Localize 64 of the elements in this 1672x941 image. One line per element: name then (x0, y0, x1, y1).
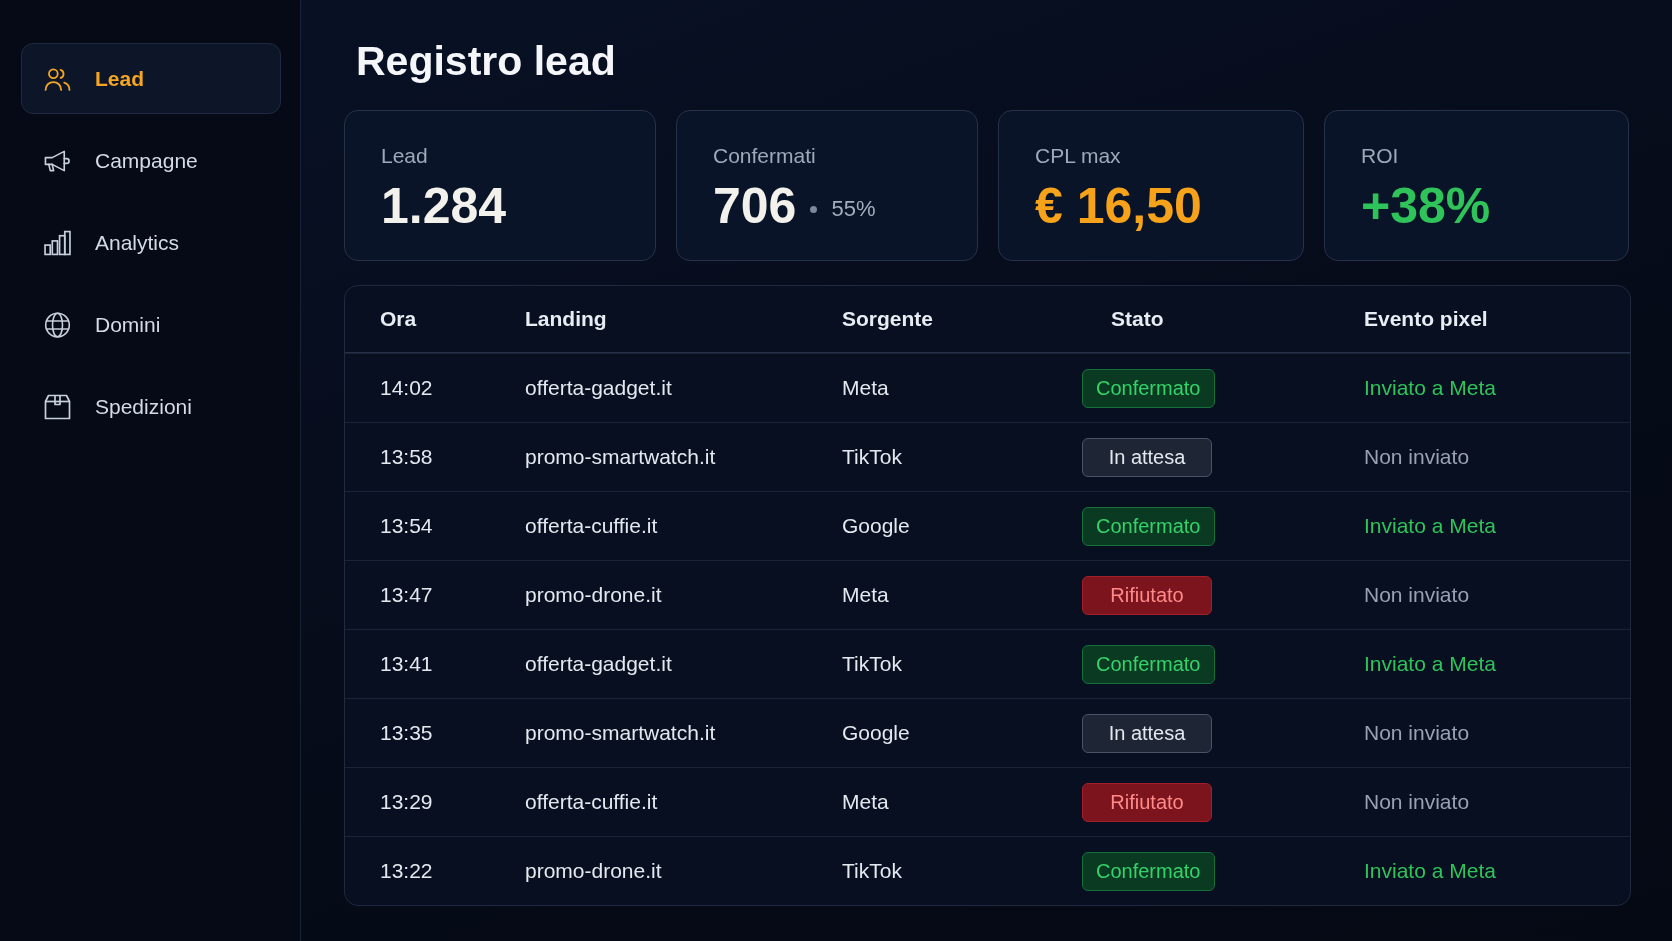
table-cell: offerta-cuffie.it (525, 790, 658, 814)
stat-label: ROI (1361, 143, 1399, 169)
table-cell: Meta (842, 790, 889, 814)
stat-value: +38% (1361, 177, 1491, 235)
table-cell: Non inviato (1364, 445, 1470, 469)
table-cell: 13:29 (380, 790, 433, 814)
stat-label: CPL max (1035, 143, 1121, 169)
table-cell: offerta-gadget.it (525, 652, 672, 676)
table-cell: 14:02 (380, 376, 433, 400)
sidebar-item[interactable]: Spedizioni (21, 371, 281, 442)
table-cell: 13:35 (380, 721, 433, 745)
table-cell: Non inviato (1364, 790, 1470, 814)
column-header: Evento pixel (1364, 307, 1488, 331)
status-badge: Confermato (1082, 644, 1215, 684)
box-icon (44, 393, 71, 420)
table-cell: Inviato a Meta (1364, 859, 1496, 883)
column-header: Stato (1111, 307, 1164, 331)
stat-value: € 16,50 (1035, 177, 1202, 235)
status-badge: Rifiutato (1082, 782, 1212, 822)
column-header: Ora (380, 307, 417, 331)
table-cell: Meta (842, 583, 889, 607)
table-cell: promo-smartwatch.it (525, 445, 716, 469)
table-cell: promo-drone.it (525, 859, 662, 883)
table-cell: TikTok (842, 652, 902, 676)
stat-detail: 55% (831, 196, 876, 222)
table-cell: 13:22 (380, 859, 433, 883)
sidebar-item[interactable]: Lead (21, 43, 281, 114)
stat-label: Confermati (713, 143, 816, 169)
stat-value: 1.284 (381, 177, 507, 235)
table-cell: Google (842, 514, 910, 538)
page-title: Registro lead (356, 37, 617, 86)
status-badge: In attesa (1082, 437, 1212, 477)
table-cell: 13:47 (380, 583, 433, 607)
table-cell: Non inviato (1364, 721, 1470, 745)
table-cell: 13:41 (380, 652, 433, 676)
separator-dot-icon (810, 205, 818, 213)
column-header: Sorgente (842, 307, 933, 331)
table-cell: offerta-cuffie.it (525, 514, 658, 538)
status-badge: Confermato (1082, 851, 1215, 891)
status-badge: Confermato (1082, 506, 1215, 546)
table-cell: TikTok (842, 859, 902, 883)
status-badge: Rifiutato (1082, 575, 1212, 615)
table-cell: Inviato a Meta (1364, 652, 1496, 676)
sidebar-item[interactable]: Analytics (21, 207, 281, 278)
table-cell: Google (842, 721, 910, 745)
status-badge: In attesa (1082, 713, 1212, 753)
table-cell: Inviato a Meta (1364, 514, 1496, 538)
sidebar-item[interactable]: Campagne (21, 125, 281, 196)
table-cell: 13:54 (380, 514, 433, 538)
stat-label: Lead (381, 143, 428, 169)
column-header: Landing (525, 307, 607, 331)
stat-value: 706 (713, 177, 797, 235)
sidebar-item[interactable]: Domini (21, 289, 281, 360)
table-cell: Non inviato (1364, 583, 1470, 607)
table-cell: promo-drone.it (525, 583, 662, 607)
table-cell: offerta-gadget.it (525, 376, 672, 400)
table-cell: 13:58 (380, 445, 433, 469)
bar-chart-icon (44, 229, 71, 256)
table-cell: TikTok (842, 445, 902, 469)
globe-icon (44, 311, 71, 338)
status-badge: Confermato (1082, 368, 1215, 408)
table-cell: Inviato a Meta (1364, 376, 1496, 400)
table-cell: Meta (842, 376, 889, 400)
table-cell: promo-smartwatch.it (525, 721, 716, 745)
